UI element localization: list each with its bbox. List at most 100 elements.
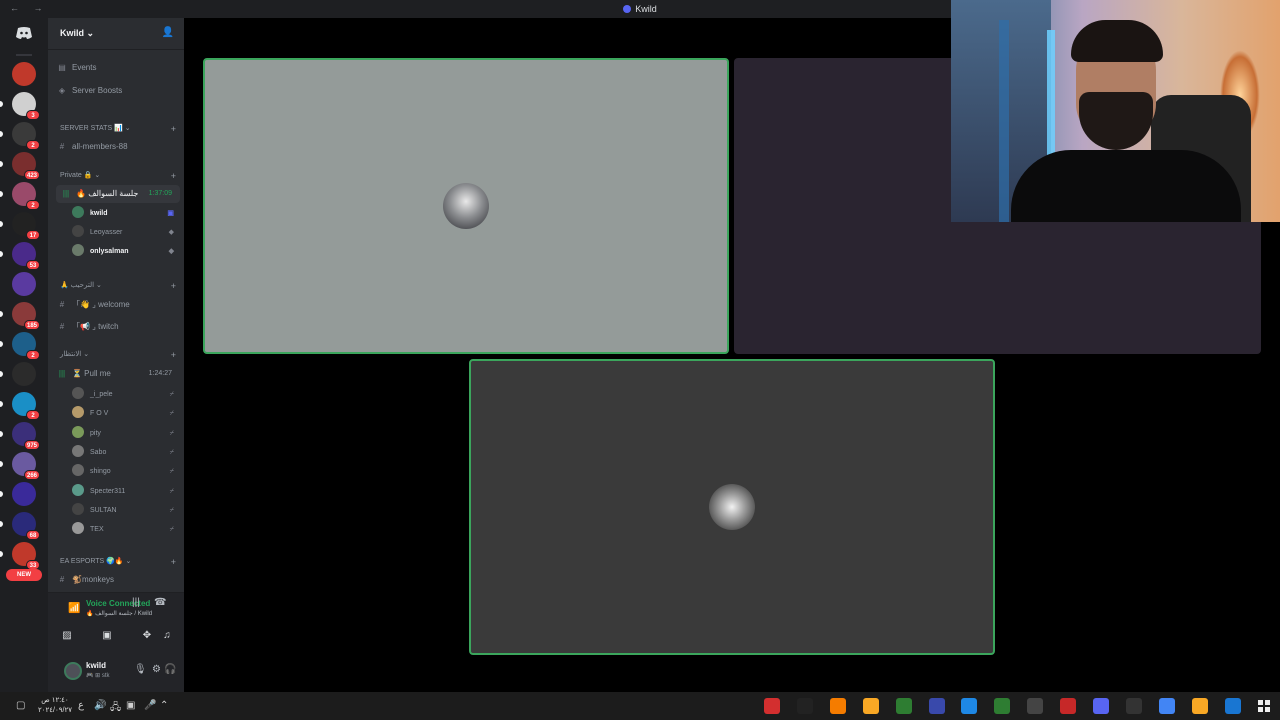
voice-user[interactable]: kwild ▣ <box>72 205 180 223</box>
voice-status[interactable]: Voice Connected <box>86 599 150 608</box>
chevron-down-icon: ⌄ <box>86 28 95 38</box>
volume-icon[interactable]: 🔊 <box>94 700 106 711</box>
plus-icon[interactable]: + <box>171 557 176 567</box>
channel-label: all-members-88 <box>72 142 128 151</box>
unread-pill <box>0 341 3 347</box>
obs-icon[interactable] <box>1027 698 1044 714</box>
server-icon[interactable]: 2 <box>0 392 40 420</box>
noise-suppression-icon[interactable]: ||| <box>132 597 140 608</box>
category-private[interactable]: Private 🔒 ⌄ + <box>60 171 180 181</box>
xbox-icon[interactable] <box>895 698 912 714</box>
server-icon[interactable]: 266 <box>0 452 40 480</box>
category-welcome[interactable]: 🙏 الترحيب ⌄ + <box>60 281 180 291</box>
unread-pill <box>0 131 3 137</box>
server-icon[interactable]: 423 <box>0 152 40 180</box>
voice-user[interactable]: SULTAN ⌿ <box>72 502 180 520</box>
rockstar-icon[interactable] <box>862 698 879 714</box>
server-icon[interactable]: 53 <box>0 242 40 270</box>
events-label: Events <box>72 63 97 72</box>
voice-user[interactable]: F O V ⌿ <box>72 405 180 423</box>
voice-user[interactable]: _i_pele ⌿ <box>72 386 180 404</box>
notifications-icon[interactable]: ▢ <box>16 700 25 711</box>
voice-user[interactable]: Specter311 ⌿ <box>72 483 180 501</box>
server-icon[interactable] <box>0 482 36 506</box>
server-icon[interactable]: 68 <box>0 512 40 540</box>
chrome-icon[interactable] <box>1158 698 1175 714</box>
windows-start-icon[interactable] <box>1258 700 1270 712</box>
clock[interactable]: ١٢:٤٠ ص ٢٠٢٤/٠٩/٢٧ <box>38 696 72 716</box>
microphone-icon[interactable]: 🎤 <box>144 700 156 711</box>
calendar-icon[interactable] <box>1224 698 1241 714</box>
server-header[interactable]: Kwild ⌄ 👤 <box>48 18 184 50</box>
avatar <box>72 502 84 515</box>
plus-icon[interactable]: + <box>171 124 176 134</box>
server-icon[interactable] <box>12 62 36 86</box>
server-icon[interactable]: 975 <box>0 422 40 450</box>
server-icon[interactable]: 17 <box>0 212 40 240</box>
server-icon[interactable] <box>0 362 36 386</box>
server-icon[interactable]: 2 <box>0 182 40 210</box>
channel-twitch[interactable]: # 「📢 ⌟ twitch <box>56 318 180 336</box>
category-ea-esports[interactable]: EA ESPORTS 🌍🔥 ⌄ + <box>60 557 180 567</box>
voice-user[interactable]: onlysalman ◆ <box>72 243 180 261</box>
record-icon[interactable] <box>1125 698 1142 714</box>
category-label: الانتظار <box>60 351 82 358</box>
video-tile-speaking[interactable] <box>203 58 729 354</box>
avatar[interactable] <box>64 662 82 680</box>
youtube-icon[interactable] <box>764 698 780 714</box>
capcut-icon[interactable] <box>796 698 813 714</box>
add-member-icon[interactable]: 👤 <box>162 27 174 38</box>
voice-user[interactable]: TEX ⌿ <box>72 521 180 539</box>
plus-icon[interactable]: + <box>171 171 176 181</box>
server-icon[interactable]: 2 <box>0 122 40 150</box>
server-icon[interactable]: 2 <box>0 332 40 360</box>
language-indicator[interactable]: ع <box>78 700 84 711</box>
signal-icon[interactable]: 📶 <box>68 603 80 614</box>
excel-icon[interactable] <box>994 698 1011 714</box>
channel-monkeys[interactable]: # 🐒monkeys <box>56 571 180 589</box>
category-label: Private 🔒 <box>60 172 93 179</box>
mention-badge: 53 <box>26 260 40 270</box>
category-wait[interactable]: الانتظار ⌄ + <box>60 350 180 360</box>
voice-user[interactable]: Sabo ⌿ <box>72 444 180 462</box>
plus-icon[interactable]: + <box>171 350 176 360</box>
events-item[interactable]: ▤ Events <box>56 59 180 77</box>
voice-user[interactable]: pity ⌿ <box>72 425 180 443</box>
category-server-stats[interactable]: SERVER STATS 📊 ⌄ + <box>60 124 180 134</box>
voice-channel-active[interactable]: ||| 🔥 جلسة السوالف 1:37:09 <box>56 185 180 203</box>
clock-time: ١٢:٤٠ ص <box>41 697 69 704</box>
chevron-up-icon[interactable]: ⌃ <box>160 700 168 711</box>
microphone-icon[interactable]: 🎙 <box>134 664 147 675</box>
tool-icon[interactable] <box>1060 698 1077 714</box>
plus-icon[interactable]: + <box>171 281 176 291</box>
mention-badge: 2 <box>26 350 40 360</box>
camera-off-button[interactable]: ▨ <box>52 627 82 645</box>
video-tile-speaking[interactable] <box>469 359 995 655</box>
server-icon[interactable]: 185 <box>0 302 40 330</box>
aimp-icon[interactable] <box>829 698 846 714</box>
voice-user[interactable]: Leoyasser ◆ <box>72 224 180 242</box>
gear-icon[interactable]: ⚙ <box>152 664 161 675</box>
voice-channel-pull-me[interactable]: ||| ⏳ Pull me 1:24:27 <box>56 365 180 383</box>
server-boosts-item[interactable]: ◈ Server Boosts <box>56 82 180 100</box>
discord-icon[interactable] <box>12 26 36 46</box>
channel-welcome[interactable]: # 「👋 ⌟ welcome <box>56 296 180 314</box>
steam-icon[interactable] <box>961 698 978 714</box>
disconnect-icon[interactable]: ☎ <box>154 597 166 608</box>
file-explorer-icon[interactable] <box>1191 698 1208 714</box>
voice-user-name: Leoyasser <box>90 229 123 236</box>
server-icon[interactable]: 3 <box>0 92 40 120</box>
voice-user[interactable]: shingo ⌿ <box>72 463 180 481</box>
network-icon[interactable]: 🖧 <box>110 700 121 717</box>
server-icon[interactable]: 33 <box>0 542 40 570</box>
username[interactable]: kwild <box>86 661 106 670</box>
server-icon[interactable] <box>12 272 36 296</box>
headphones-icon[interactable]: 🎧 <box>164 664 176 675</box>
soundboard-button[interactable]: ♫ <box>152 627 182 645</box>
screen-share-button[interactable]: ▣ <box>92 627 122 645</box>
display-icon[interactable]: ▣ <box>126 700 135 711</box>
media-player-icon[interactable] <box>928 698 945 714</box>
unread-pill <box>0 311 3 317</box>
discord-icon[interactable] <box>1093 698 1109 714</box>
channel-all-members[interactable]: # all-members-88 <box>56 138 180 156</box>
